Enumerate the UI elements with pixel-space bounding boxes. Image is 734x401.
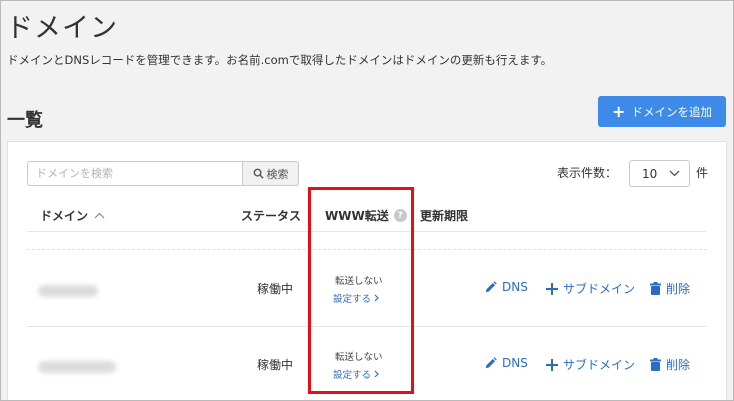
- subdomain-label: サブドメイン: [563, 282, 636, 296]
- delete-button[interactable]: 削除: [650, 280, 690, 297]
- subdomain-button[interactable]: サブドメイン: [546, 280, 635, 297]
- www-setting-label: 設定する: [333, 370, 372, 381]
- column-header-status: ステータス: [241, 209, 302, 223]
- page-description: ドメインとDNSレコードを管理できます。お名前.comで取得したドメインはドメイ…: [7, 53, 553, 67]
- domain-name-redacted: [38, 361, 116, 373]
- domain-search-input[interactable]: [27, 161, 243, 186]
- dns-label: DNS: [502, 280, 528, 294]
- table-row: 稼働中 転送しない 設定する DNS サブドメイン 削除: [8, 326, 728, 401]
- status-text: 稼働中: [257, 358, 294, 372]
- domain-list-panel: 検索 表示件数： 10 件 ドメイン ステータス WWW転送 ? 更新期限 稼働…: [7, 141, 727, 401]
- plus-icon: +: [612, 101, 626, 121]
- add-domain-button[interactable]: + ドメインを追加: [598, 96, 726, 127]
- page-title: ドメイン: [6, 13, 118, 44]
- subdomain-button[interactable]: サブドメイン: [546, 356, 635, 373]
- search-button[interactable]: 検索: [242, 161, 299, 186]
- plus-icon: [546, 282, 558, 295]
- dns-button[interactable]: DNS: [484, 356, 528, 370]
- dns-label: DNS: [502, 356, 528, 370]
- www-setting-link[interactable]: 設定する: [333, 367, 379, 381]
- dns-button[interactable]: DNS: [484, 280, 528, 294]
- column-header-www: WWW転送 ?: [325, 207, 407, 224]
- plus-icon: [546, 358, 558, 371]
- www-setting-link[interactable]: 設定する: [333, 291, 379, 305]
- search-icon: [253, 168, 264, 179]
- delete-label: 削除: [666, 358, 691, 372]
- header-divider: [27, 231, 707, 232]
- delete-button[interactable]: 削除: [650, 356, 690, 373]
- column-header-domain[interactable]: ドメイン: [40, 207, 105, 224]
- trash-icon: [650, 282, 661, 295]
- www-forward-state: 転送しない: [335, 276, 383, 287]
- delete-label: 削除: [666, 282, 691, 296]
- search-button-label: 検索: [266, 167, 289, 181]
- www-setting-label: 設定する: [333, 294, 372, 305]
- status-text: 稼働中: [257, 282, 294, 296]
- add-domain-label: ドメインを追加: [631, 104, 712, 119]
- table-row: 稼働中 転送しない 設定する DNS サブドメイン 削除: [8, 250, 728, 326]
- chevron-right-icon: [374, 294, 379, 302]
- column-header-expire: 更新期限: [420, 209, 469, 223]
- subdomain-label: サブドメイン: [563, 358, 636, 372]
- pencil-icon: [485, 280, 497, 292]
- chevron-right-icon: [374, 370, 379, 378]
- section-title: 一覧: [7, 110, 43, 131]
- per-page-unit: 件: [696, 166, 709, 180]
- per-page-value: 10: [642, 166, 658, 181]
- pencil-icon: [485, 356, 497, 368]
- help-icon[interactable]: ?: [393, 209, 407, 222]
- per-page-select[interactable]: 10: [629, 160, 690, 187]
- sort-up-icon: [94, 212, 105, 219]
- chevron-down-icon: [669, 170, 680, 177]
- column-domain-label: ドメイン: [40, 209, 89, 223]
- www-forward-state: 転送しない: [335, 352, 383, 363]
- domain-name-redacted: [38, 285, 98, 297]
- per-page-label: 表示件数：: [557, 166, 618, 180]
- column-www-label: WWW転送: [325, 209, 389, 223]
- trash-icon: [650, 358, 661, 371]
